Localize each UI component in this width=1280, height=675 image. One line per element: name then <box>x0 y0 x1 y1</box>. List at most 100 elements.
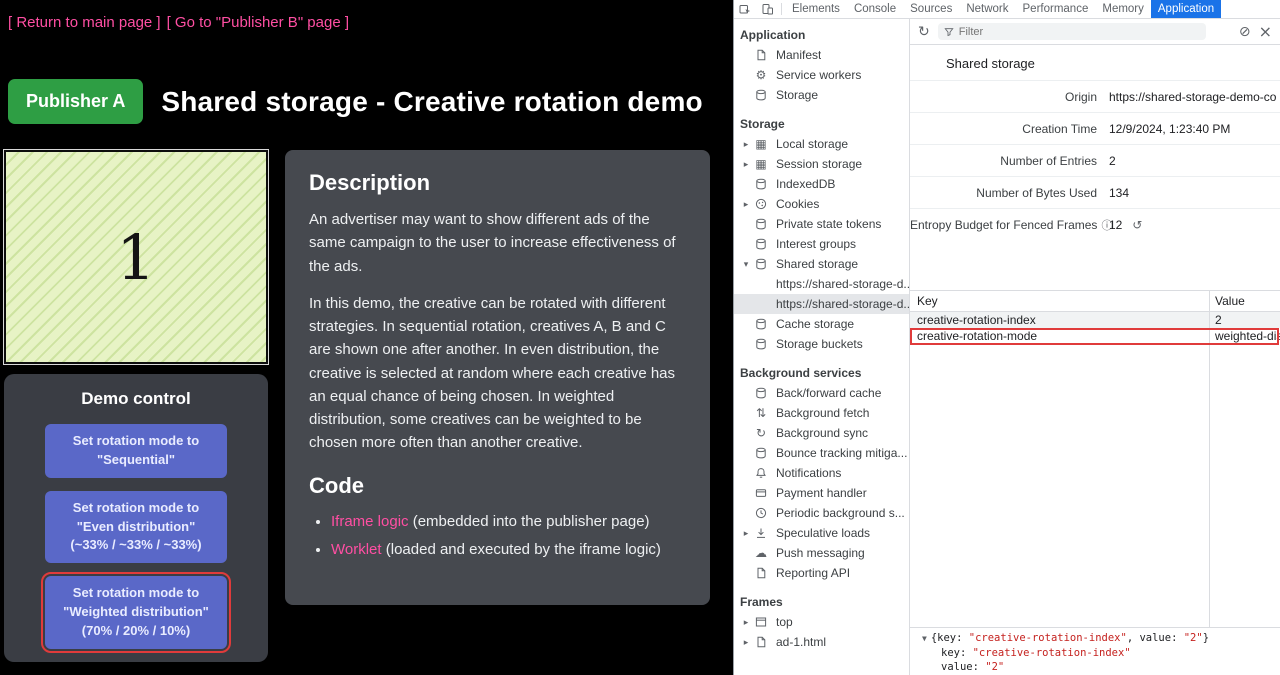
report-label: Number of Bytes Used <box>910 186 1109 200</box>
sidebar-item-back-forward-cache[interactable]: Back/forward cache <box>734 383 909 403</box>
demo-control-panel: Demo control Set rotation mode to"Sequen… <box>4 374 268 662</box>
devtools-toolbar: ↻ ⊘ × <box>910 19 1280 45</box>
sidebar-item-cookies[interactable]: ▸Cookies <box>734 194 909 214</box>
report-value: 134 <box>1109 186 1280 200</box>
code-link-worklet[interactable]: Worklet <box>331 541 382 558</box>
top-link-publisher-b[interactable]: [ Go to "Publisher B" page ] <box>167 14 349 31</box>
sidebar-item-https-shared-storage-d[interactable]: https://shared-storage-d... <box>734 294 909 314</box>
database-icon <box>752 238 770 250</box>
device-toolbar-icon[interactable] <box>756 0 778 18</box>
chevron-right-icon[interactable]: ▸ <box>740 617 752 628</box>
sidebar-item-manifest[interactable]: Manifest <box>734 45 909 65</box>
filter-input[interactable] <box>959 26 1169 38</box>
chevron-right-icon[interactable]: ▸ <box>740 199 752 210</box>
preview-token: {key: <box>931 632 969 644</box>
service-worker-gear-icon: ⚙ <box>752 69 770 81</box>
sidebar-item-background-sync[interactable]: ↻Background sync <box>734 423 909 443</box>
tab-performance[interactable]: Performance <box>1016 0 1096 18</box>
database-icon <box>752 218 770 230</box>
close-icon[interactable]: × <box>1259 24 1272 40</box>
rotation-mode-button-3[interactable]: Set rotation mode to"Weighted distributi… <box>45 576 227 649</box>
rotation-mode-button-2[interactable]: Set rotation mode to"Even distribution"(… <box>45 491 227 564</box>
report-label: Creation Time <box>910 122 1109 136</box>
sidebar-item-bounce-tracking-mitiga[interactable]: Bounce tracking mitiga... <box>734 443 909 463</box>
sidebar-item-label: Bounce tracking mitiga... <box>776 446 907 460</box>
chevron-right-icon[interactable]: ▸ <box>740 637 752 648</box>
description-paragraph: In this demo, the creative can be rotate… <box>309 292 686 455</box>
description-heading: Description <box>309 170 686 196</box>
database-icon <box>752 318 770 330</box>
value-column-header[interactable]: Value <box>1209 294 1280 308</box>
report-value: 2 <box>1109 154 1280 168</box>
code-link-iframe-logic[interactable]: Iframe logic <box>331 513 409 530</box>
report-row-entropy-budget-for-fenced-frames: Entropy Budget for Fenced Framesⓘ12↺ <box>910 208 1280 240</box>
sidebar-item-cache-storage[interactable]: Cache storage <box>734 314 909 334</box>
devtools-main-panel: ↻ ⊘ × Shared storage Originhttps://share… <box>910 19 1280 675</box>
reset-budget-icon[interactable]: ↺ <box>1132 218 1142 232</box>
page-title: Shared storage - Creative rotation demo <box>161 86 702 118</box>
sidebar-item-local-storage[interactable]: ▸▦Local storage <box>734 134 909 154</box>
tab-network[interactable]: Network <box>959 0 1015 18</box>
sidebar-item-service-workers[interactable]: ⚙Service workers <box>734 65 909 85</box>
sidebar-item-label: https://shared-storage-d... <box>776 297 909 311</box>
sidebar-item-label: Periodic background s... <box>776 506 905 520</box>
database-icon <box>752 447 770 459</box>
sidebar-item-indexeddb[interactable]: IndexedDB <box>734 174 909 194</box>
tab-elements[interactable]: Elements <box>785 0 847 18</box>
chevron-down-icon[interactable]: ▾ <box>740 259 752 270</box>
sidebar-item-label: Notifications <box>776 466 841 480</box>
chevron-right-icon[interactable]: ▸ <box>740 528 752 539</box>
sidebar-item-payment-handler[interactable]: Payment handler <box>734 483 909 503</box>
sidebar-item-speculative-loads[interactable]: ▸Speculative loads <box>734 523 909 543</box>
chevron-right-icon[interactable]: ▸ <box>740 159 752 170</box>
preview-token: "creative-rotation-index" <box>969 632 1127 644</box>
sidebar-item-storage[interactable]: Storage <box>734 85 909 105</box>
sidebar-section-storage: Storage▸▦Local storage▸▦Session storageI… <box>734 114 909 354</box>
table-icon: ▦ <box>752 158 770 170</box>
refresh-icon[interactable]: ↻ <box>918 25 930 39</box>
sidebar-item-shared-storage[interactable]: ▾Shared storage <box>734 254 909 274</box>
sidebar-item-top[interactable]: ▸top <box>734 612 909 632</box>
tabbar-separator <box>781 3 782 15</box>
frame-icon <box>752 616 770 628</box>
tab-sources[interactable]: Sources <box>903 0 959 18</box>
preview-property-value: "creative-rotation-index" <box>973 647 1131 659</box>
sidebar-item-background-fetch[interactable]: ⇅Background fetch <box>734 403 909 423</box>
sidebar-item-reporting-api[interactable]: Reporting API <box>734 563 909 583</box>
sidebar-item-notifications[interactable]: Notifications <box>734 463 909 483</box>
top-link-main-page[interactable]: [ Return to main page ] <box>8 14 161 31</box>
sidebar-item-https-shared-storage-d[interactable]: https://shared-storage-d... <box>734 274 909 294</box>
tab-memory[interactable]: Memory <box>1095 0 1151 18</box>
report-label: Origin <box>910 90 1109 104</box>
sidebar-item-session-storage[interactable]: ▸▦Session storage <box>734 154 909 174</box>
preview-property-value: "2" <box>985 661 1004 673</box>
sidebar-item-ad-1-html[interactable]: ▸ad-1.html <box>734 632 909 652</box>
database-icon <box>752 89 770 101</box>
sidebar-item-interest-groups[interactable]: Interest groups <box>734 234 909 254</box>
preview-token: , value: <box>1127 632 1184 644</box>
sidebar-item-private-state-tokens[interactable]: Private state tokens <box>734 214 909 234</box>
expander-triangle-icon[interactable]: ▼ <box>922 634 927 643</box>
document-icon <box>752 636 770 648</box>
filter-box[interactable] <box>938 23 1206 40</box>
value-preview-pane: ▼{key: "creative-rotation-index", value:… <box>910 627 1280 675</box>
sidebar-item-storage-buckets[interactable]: Storage buckets <box>734 334 909 354</box>
code-bullet: Iframe logic (embedded into the publishe… <box>331 511 686 534</box>
key-value-table: Key Value creative-rotation-index2creati… <box>910 290 1280 627</box>
sidebar-section-title: Background services <box>734 363 909 383</box>
key-column-header[interactable]: Key <box>910 294 1209 308</box>
chevron-right-icon[interactable]: ▸ <box>740 139 752 150</box>
tab-console[interactable]: Console <box>847 0 903 18</box>
sidebar-item-label: Cache storage <box>776 317 854 331</box>
tab-application[interactable]: Application <box>1151 0 1221 18</box>
table-row[interactable]: creative-rotation-index2 <box>910 312 1280 328</box>
database-icon <box>752 178 770 190</box>
sidebar-item-periodic-background-s[interactable]: Periodic background s... <box>734 503 909 523</box>
table-row[interactable]: creative-rotation-modeweighted-dist <box>910 328 1280 344</box>
inspect-element-icon[interactable] <box>734 0 756 18</box>
preview-property-line: key: "creative-rotation-index" <box>922 646 1280 660</box>
sidebar-item-push-messaging[interactable]: ☁Push messaging <box>734 543 909 563</box>
card-icon <box>752 487 770 499</box>
block-icon[interactable]: ⊘ <box>1239 25 1251 39</box>
rotation-mode-button-1[interactable]: Set rotation mode to"Sequential" <box>45 424 227 478</box>
